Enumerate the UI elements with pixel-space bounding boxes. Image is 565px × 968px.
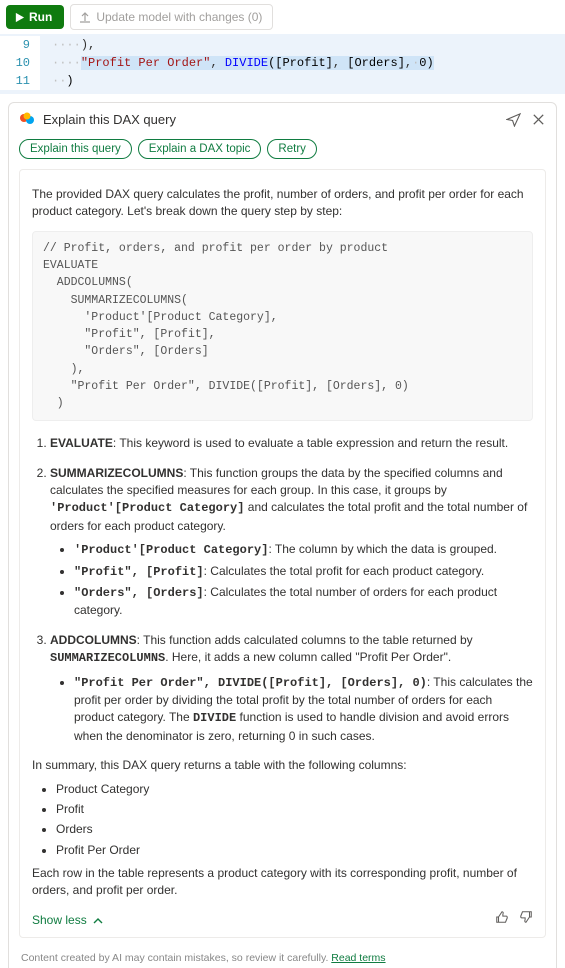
- list-item: SUMMARIZECOLUMNS: This function groups t…: [50, 465, 533, 620]
- code-line: ····),: [40, 36, 565, 54]
- thumbs-up-button[interactable]: [495, 910, 509, 929]
- thumbs-down-button[interactable]: [519, 910, 533, 929]
- pill-retry[interactable]: Retry: [267, 139, 316, 159]
- chevron-up-icon: [93, 916, 103, 926]
- close-icon[interactable]: [531, 112, 546, 127]
- panel-header: Explain this DAX query: [9, 103, 556, 135]
- show-less-button[interactable]: Show less: [32, 912, 103, 929]
- upload-icon: [79, 11, 91, 23]
- send-icon[interactable]: [506, 112, 521, 127]
- thumbs-up-icon: [495, 910, 509, 924]
- copilot-icon: [19, 111, 35, 127]
- list-item: EVALUATE: This keyword is used to evalua…: [50, 435, 533, 452]
- thumbs-down-icon: [519, 910, 533, 924]
- panel-title: Explain this DAX query: [43, 112, 498, 127]
- feedback-buttons: [495, 910, 533, 929]
- summary-intro: In summary, this DAX query returns a tab…: [32, 757, 533, 774]
- explanation-list: EVALUATE: This keyword is used to evalua…: [32, 435, 533, 745]
- sub-item: "Profit Per Order", DIVIDE([Profit], [Or…: [74, 674, 533, 746]
- sub-item: "Profit", [Profit]: Calculates the total…: [74, 563, 533, 581]
- update-model-button[interactable]: Update model with changes (0): [70, 4, 273, 30]
- closing-text: Each row in the table represents a produ…: [32, 865, 533, 900]
- list-item: ADDCOLUMNS: This function adds calculate…: [50, 632, 533, 745]
- response-body: The provided DAX query calculates the pr…: [19, 169, 546, 938]
- sub-item: "Orders", [Orders]: Calculates the total…: [74, 584, 533, 620]
- run-label: Run: [29, 10, 52, 24]
- line-number: 10: [0, 54, 40, 72]
- sub-item: Orders: [56, 821, 533, 838]
- pill-explain-topic[interactable]: Explain a DAX topic: [138, 139, 262, 159]
- intro-text: The provided DAX query calculates the pr…: [32, 186, 533, 221]
- code-example: // Profit, orders, and profit per order …: [32, 231, 533, 422]
- read-terms-link[interactable]: Read terms: [331, 952, 385, 964]
- pill-explain-query[interactable]: Explain this query: [19, 139, 132, 159]
- summary-list: Product Category Profit Orders Profit Pe…: [32, 781, 533, 860]
- copilot-panel: Explain this DAX query Explain this quer…: [8, 102, 557, 968]
- code-editor[interactable]: 9 ····), 10 ····"Profit Per Order", DIVI…: [0, 34, 565, 94]
- code-line: ····"Profit Per Order", DIVIDE([Profit],…: [40, 54, 565, 72]
- sub-item: Profit: [56, 801, 533, 818]
- line-number: 9: [0, 36, 40, 54]
- sub-item: Product Category: [56, 781, 533, 798]
- toolbar: Run Update model with changes (0): [0, 0, 565, 34]
- sub-item: 'Product'[Product Category]: The column …: [74, 541, 533, 559]
- suggestion-pills: Explain this query Explain a DAX topic R…: [9, 135, 556, 169]
- sub-item: Profit Per Order: [56, 842, 533, 859]
- code-line: ··): [40, 72, 565, 90]
- update-label: Update model with changes (0): [96, 10, 262, 24]
- disclaimer: Content created by AI may contain mistak…: [9, 944, 556, 968]
- play-icon: [14, 12, 25, 23]
- run-button[interactable]: Run: [6, 5, 64, 29]
- line-number: 11: [0, 72, 40, 90]
